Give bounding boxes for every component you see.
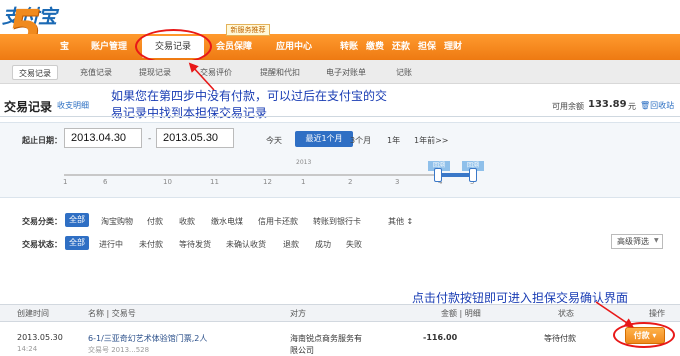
date-slider-track[interactable] <box>64 174 474 176</box>
column-action: 操作 <box>649 309 665 318</box>
nav-item-apps[interactable]: 应用中心 <box>276 34 312 60</box>
balance-label: 可用余额 <box>552 102 584 111</box>
slider-tick: 3 <box>395 178 400 186</box>
divider <box>0 116 680 117</box>
slider-tick: 10 <box>163 178 172 186</box>
new-service-badge[interactable]: 新服务推荐 <box>226 24 270 36</box>
nav-item-home[interactable]: 宝 <box>60 34 69 60</box>
subtab-records[interactable]: 交易记录 <box>12 65 58 80</box>
status-filter-label: 交易状态： <box>22 240 62 249</box>
nav-pay-bills[interactable]: 缴费 <box>366 34 384 60</box>
range-today[interactable]: 今天 <box>266 135 282 146</box>
status-all[interactable]: 全部 <box>65 236 89 250</box>
column-name: 名称 | 交易号 <box>88 309 136 318</box>
row-counterparty-cont: 限公司 <box>290 346 314 355</box>
highlight-circle-pay <box>613 322 675 348</box>
subtab-withdraw[interactable]: 提现记录 <box>133 65 177 80</box>
range-1-year[interactable]: 1年 <box>387 135 400 146</box>
category-payment[interactable]: 付款 <box>147 216 163 227</box>
nav-item-account[interactable]: 账户管理 <box>91 34 127 60</box>
status-refund[interactable]: 退款 <box>283 239 299 250</box>
nav-escrow[interactable]: 担保 <box>418 34 436 60</box>
category-taobao[interactable]: 淘宝购物 <box>101 216 133 227</box>
nav-finance[interactable]: 理财 <box>444 34 462 60</box>
subtab-reviews[interactable]: 交易评价 <box>194 65 238 80</box>
year-mark: 2013 <box>296 159 312 166</box>
subtab-topup[interactable]: 充值记录 <box>74 65 118 80</box>
recycle-bin-link[interactable]: 🗑回收站 <box>640 100 674 111</box>
status-unpaid[interactable]: 未付款 <box>139 239 163 250</box>
slider-tick: 12 <box>263 178 272 186</box>
row-status: 等待付款 <box>544 334 576 343</box>
category-utilities[interactable]: 缴水电煤 <box>211 216 243 227</box>
row-time: 14:24 <box>17 345 38 353</box>
range-last-month[interactable]: 最近1个月 <box>295 131 353 147</box>
sub-nav: 交易记录 充值记录 提现记录 交易评价 提醒和代扣 电子对账单 记账 <box>0 60 680 84</box>
category-receive[interactable]: 收款 <box>179 216 195 227</box>
status-unconfirmed[interactable]: 未确认收货 <box>226 239 266 250</box>
column-amount: 金额 | 明细 <box>441 309 481 318</box>
slider-tick: 1 <box>301 178 306 186</box>
subtab-statement[interactable]: 电子对账单 <box>320 65 372 80</box>
row-amount: -116.00 <box>423 333 458 342</box>
date-separator: - <box>148 134 152 144</box>
status-in-progress[interactable]: 进行中 <box>99 239 123 250</box>
main-nav: 宝 账户管理 交易记录 会员保障 应用中心 转账 缴费 还款 担保 理财 <box>0 34 680 60</box>
nav-item-protection[interactable]: 会员保障 <box>216 34 252 60</box>
status-success[interactable]: 成功 <box>315 239 331 250</box>
category-bank-transfer[interactable]: 转账到银行卡 <box>313 216 361 227</box>
end-date-input[interactable]: 2013.05.30 <box>156 128 234 148</box>
highlight-circle-nav <box>135 29 212 64</box>
date-range-label: 起止日期： <box>22 136 62 145</box>
category-all[interactable]: 全部 <box>65 213 89 227</box>
category-credit-card[interactable]: 信用卡还款 <box>258 216 298 227</box>
row-name[interactable]: 6-1/三亚奇幻艺术体验馆门票,2人 <box>88 333 207 344</box>
nav-repay[interactable]: 还款 <box>392 34 410 60</box>
slider-start-handle[interactable] <box>434 168 442 182</box>
status-failed[interactable]: 失败 <box>346 239 362 250</box>
slider-tick: 1 <box>63 178 68 186</box>
subtab-reminders[interactable]: 提醒和代扣 <box>254 65 306 80</box>
category-other[interactable]: 其他 ↕ <box>388 216 413 227</box>
balance-value: 133.89 <box>588 99 627 110</box>
chevron-down-icon: ▼ <box>654 237 659 244</box>
slider-tick: 6 <box>103 178 108 186</box>
column-counterparty: 对方 <box>290 309 306 318</box>
category-filter-label: 交易分类： <box>22 217 62 226</box>
status-awaiting-shipment[interactable]: 等待发货 <box>179 239 211 250</box>
trash-icon: 🗑 <box>640 101 651 110</box>
top-bar <box>0 0 680 32</box>
range-3-months[interactable]: 3个月 <box>350 135 371 146</box>
row-counterparty: 海南锐点商务服务有 <box>290 334 362 343</box>
column-status: 状态 <box>558 309 574 318</box>
recycle-bin-label: 回收站 <box>650 101 675 110</box>
range-older[interactable]: 1年前>> <box>414 135 449 146</box>
start-date-input[interactable]: 2013.04.30 <box>64 128 142 148</box>
subtab-bookkeeping[interactable]: 记账 <box>390 65 418 80</box>
slider-end-handle[interactable] <box>469 168 477 182</box>
balance-unit: 元 <box>628 102 636 111</box>
column-created: 创建时间 <box>17 309 49 318</box>
nav-transfer[interactable]: 转账 <box>340 34 358 60</box>
slider-tick: 2 <box>348 178 353 186</box>
page-title: 交易记录 <box>4 100 53 114</box>
income-expense-link[interactable]: 收支明细 <box>57 100 89 111</box>
slider-tick: 11 <box>210 178 219 186</box>
row-trade-no: 交易号 2013...528 <box>88 346 150 354</box>
row-date: 2013.05.30 <box>17 333 63 342</box>
